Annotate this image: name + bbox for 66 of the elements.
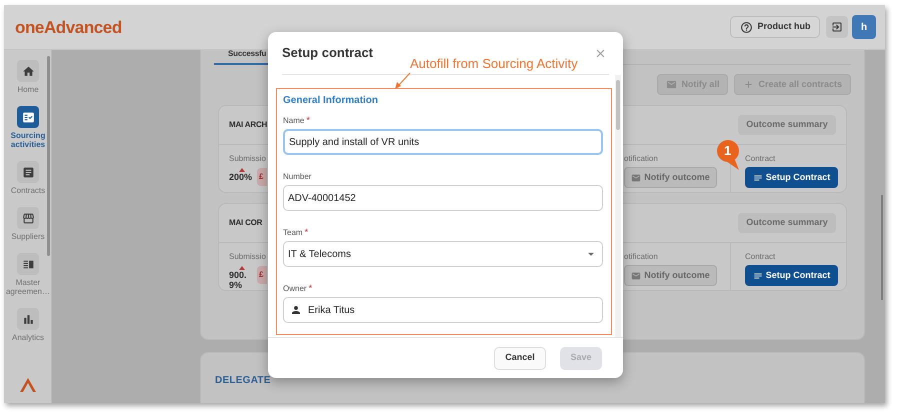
- field-label: Name: [283, 116, 304, 125]
- sidebar-item[interactable]: [17, 253, 39, 275]
- input-field[interactable]: Supply and install of VR units: [283, 129, 603, 155]
- person-icon: [290, 304, 302, 316]
- mail-icon: [631, 172, 642, 182]
- avatar-button[interactable]: h: [852, 15, 876, 39]
- mail-icon: [631, 270, 642, 280]
- exit-icon: [831, 21, 843, 33]
- lines-icon: [752, 172, 763, 182]
- sidebar-label: Sourcing activities: [10, 131, 46, 149]
- field-label: Contract: [745, 251, 776, 263]
- required-mark: *: [304, 228, 308, 237]
- up-triangle-icon: [239, 266, 245, 270]
- list-icon: [22, 258, 34, 270]
- sidebar-label: Analytics: [10, 333, 45, 342]
- store-icon: [22, 212, 34, 224]
- lines-icon: [752, 270, 763, 280]
- field-label: otification: [624, 251, 659, 263]
- input-field[interactable]: Erika Titus: [283, 297, 603, 323]
- sidebar-label: Home: [16, 85, 40, 94]
- plus-icon: [743, 79, 754, 90]
- section-title: General Information: [283, 95, 380, 107]
- sidebar-item[interactable]: [17, 60, 39, 82]
- sidebar-label: Suppliers: [10, 232, 46, 241]
- input-field[interactable]: ADV-40001452: [283, 185, 603, 211]
- logo-mark: [20, 378, 36, 392]
- card-title: MAI COR: [229, 217, 262, 229]
- team-dropdown[interactable]: IT & Telecoms: [283, 241, 603, 267]
- sidebar-label: Master agreemen…: [4, 278, 52, 296]
- mail-icon: [666, 79, 678, 90]
- product-hub-button[interactable]: Product hub: [730, 16, 820, 38]
- dialog-title: Setup contract: [282, 44, 374, 62]
- submission-value: 900.9%: [229, 270, 248, 290]
- field-label: Team: [283, 228, 303, 237]
- submission-value: 200%: [229, 172, 254, 182]
- field-label: otification: [624, 153, 659, 165]
- field-label: Submissio: [229, 251, 266, 263]
- field-label: Owner: [283, 284, 307, 293]
- step-number: 1: [724, 143, 732, 159]
- sidebar-item[interactable]: [17, 308, 39, 330]
- cancel-button[interactable]: Cancel: [494, 346, 546, 370]
- required-mark: *: [306, 116, 310, 125]
- field-label: Number: [283, 172, 312, 181]
- setup-contract-button[interactable]: Setup Contract: [745, 167, 838, 188]
- document-icon: [22, 166, 34, 178]
- home-icon: [22, 64, 34, 78]
- setup-contract-button[interactable]: Setup Contract: [745, 265, 838, 286]
- required-mark: *: [308, 284, 312, 293]
- field-label: Submissio: [229, 153, 266, 165]
- logo: oneAdvanced: [15, 18, 122, 36]
- annotation-text: Autofill from Sourcing Activity: [410, 55, 578, 73]
- sidebar-item[interactable]: [17, 207, 39, 229]
- help-icon: [740, 20, 752, 34]
- field-label: Contract: [745, 153, 776, 165]
- amount-badge: £: [257, 266, 267, 284]
- checklist-icon: [22, 110, 34, 124]
- sidebar-item[interactable]: [17, 161, 39, 183]
- amount-badge: £: [257, 168, 267, 186]
- bar-chart-icon: [22, 312, 34, 326]
- card-title: MAI ARCH: [229, 119, 268, 131]
- up-triangle-icon: [239, 168, 245, 172]
- section-heading: DELEGATE: [215, 375, 271, 386]
- logout-button[interactable]: [826, 16, 848, 38]
- annotation-arrow: [394, 72, 412, 90]
- sidebar-item[interactable]: [17, 106, 39, 128]
- sidebar-label: Contracts: [10, 186, 46, 195]
